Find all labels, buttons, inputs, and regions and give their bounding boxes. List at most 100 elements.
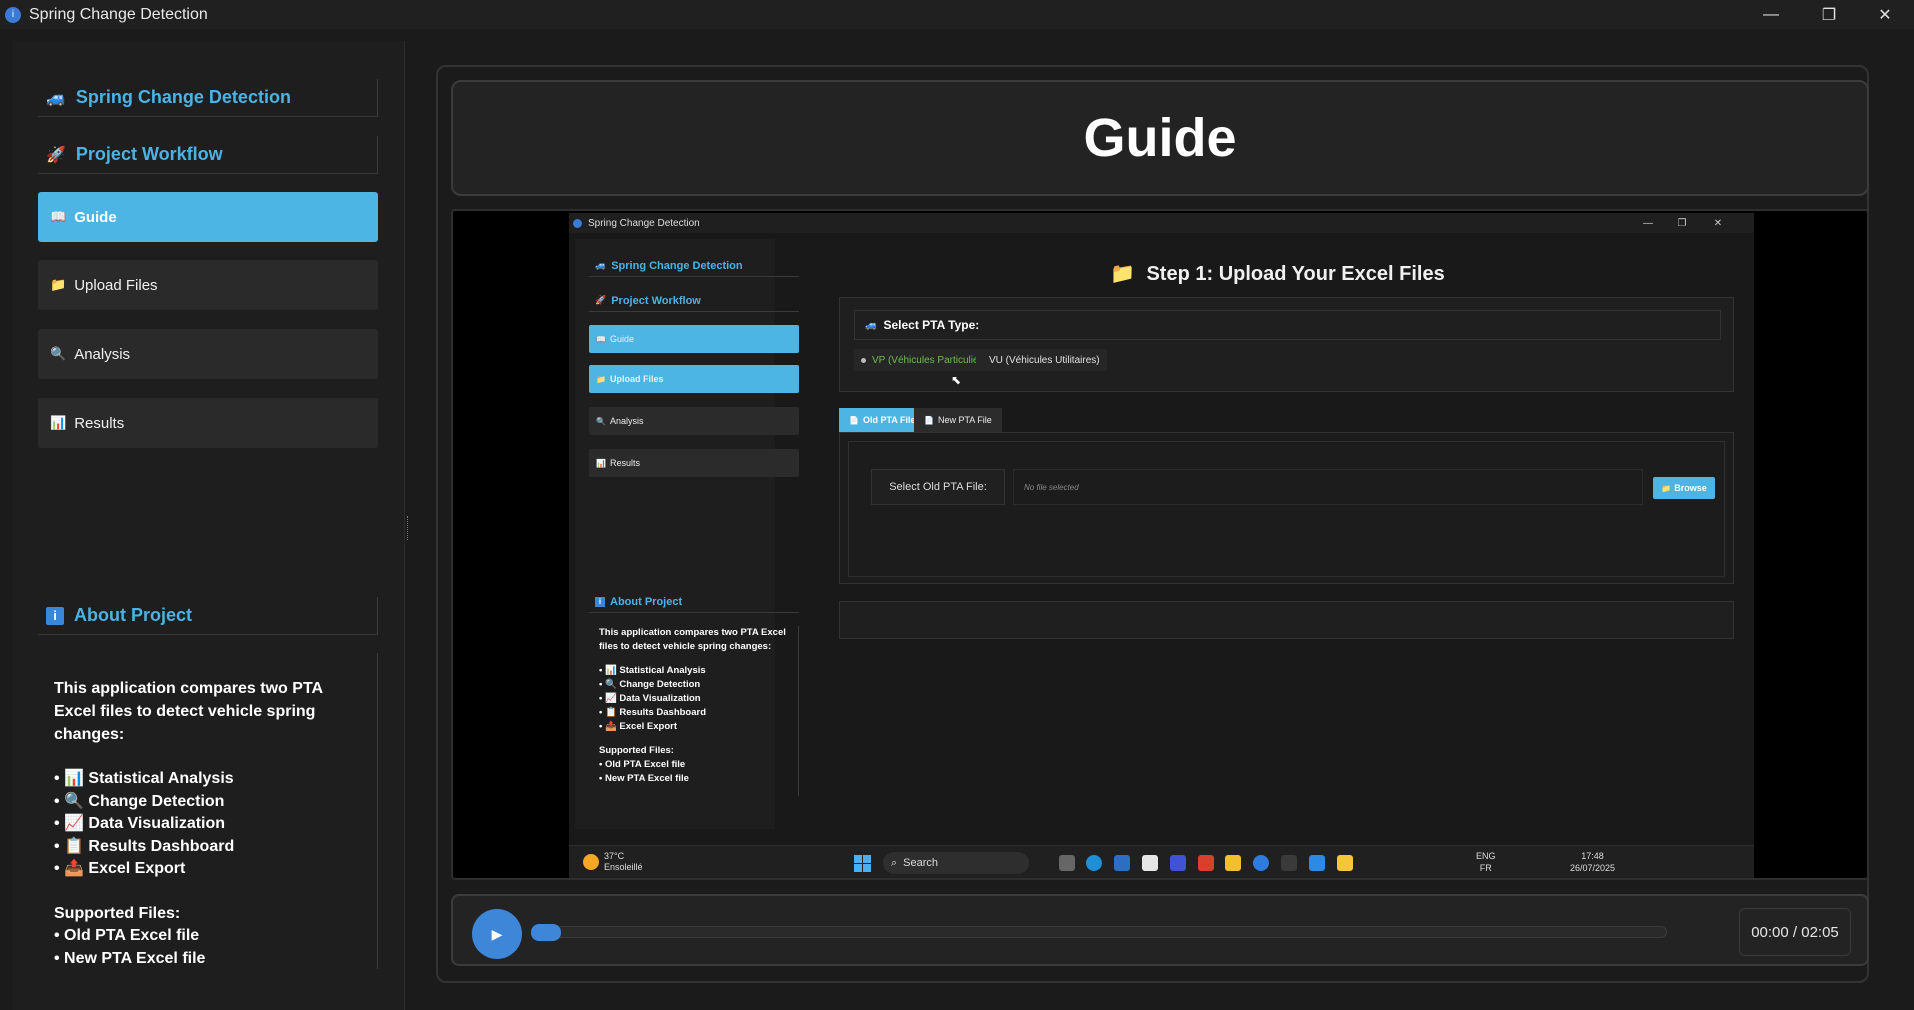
video-feature-item: • 📤 Excel Export (599, 721, 677, 732)
weather-temp: 37°C (604, 851, 625, 861)
book-icon: 📖 (596, 334, 606, 344)
video-app-header: 🚙 Spring Change Detection (589, 255, 799, 277)
play-button[interactable]: ▶ (472, 909, 522, 959)
video-pta-type-label: Select PTA Type: (883, 318, 980, 332)
app-icon (1170, 855, 1186, 871)
progress-slider[interactable] (531, 926, 1667, 938)
video-sidebar-item-guide: 📖 Guide (589, 325, 799, 353)
video-step-title-label: Step 1: Upload Your Excel Files (1146, 263, 1445, 285)
car-icon: 🚙 (595, 260, 607, 270)
magnifier-icon: 🔍 (50, 346, 67, 361)
python-icon (1337, 855, 1353, 871)
app-icon (573, 218, 582, 228)
video-supported-item: • Old PTA Excel file (599, 759, 686, 770)
video-controls: ▶ 00:00 / 02:05 (451, 894, 1869, 966)
video-step-title: 📁 Step 1: Upload Your Excel Files (1110, 261, 1445, 286)
video-sidebar-item-label: Analysis (609, 416, 644, 426)
page-title: Guide (1083, 108, 1237, 168)
about-header-label: About Project (74, 605, 193, 625)
video-feature-item: • 📈 Data Visualization (599, 693, 701, 704)
sidebar-item-label: Guide (74, 208, 117, 226)
info-icon: i (595, 596, 605, 607)
sidebar-item-guide[interactable]: 📖 Guide (38, 192, 378, 242)
bar-chart-icon: 📊 (50, 415, 67, 430)
app-header-label: Spring Change Detection (75, 87, 291, 107)
terminal-icon (1281, 855, 1297, 871)
about-intro: This application compares two PTA Excel … (54, 680, 323, 743)
video-tab-panel-inner: Select Old PTA File: No file selected 📁 … (848, 441, 1725, 577)
workflow-header-label: Project Workflow (75, 144, 223, 164)
about-panel: This application compares two PTA Excel … (38, 653, 378, 969)
feature-item: • 📤 Excel Export (54, 860, 186, 877)
feature-item: • 🔍 Change Detection (54, 792, 225, 810)
maximize-icon: ❐ (1677, 217, 1687, 229)
video-player-screen[interactable]: Spring Change Detection — ❐ ✕ 🚙 Spring C… (451, 209, 1869, 880)
clock-time: 17:48 (1581, 851, 1604, 861)
clock-date: 26/07/2025 (1570, 863, 1616, 873)
app-icon (1253, 855, 1269, 871)
feature-item: • 📋 Results Dashboard (54, 837, 235, 855)
window-titlebar: i Spring Change Detection — ❐ ✕ (0, 0, 1914, 29)
sidebar-item-label: Upload Files (74, 276, 158, 294)
taskbar-search-label: Search (903, 857, 939, 869)
task-view-icon (1059, 855, 1075, 871)
video-about-panel: This application compares two PTA Excel … (589, 626, 799, 796)
sidebar-item-label: Analysis (74, 345, 131, 363)
video-radio-vu-label: VU (Véhicules Utilitaires) (989, 354, 1100, 366)
video-sidebar-item-label: Results (609, 458, 640, 468)
window-title: Spring Change Detection (29, 5, 208, 23)
sidebar-item-upload-files[interactable]: 📁 Upload Files (38, 260, 378, 310)
progress-handle[interactable] (531, 924, 561, 941)
video-feature-item: • 🔍 Change Detection (599, 679, 701, 690)
vscode-icon (1309, 855, 1325, 871)
close-button[interactable]: ✕ (1856, 0, 1914, 29)
sidebar-item-results[interactable]: 📊 Results (38, 398, 378, 448)
folder-icon: 📁 (596, 374, 606, 384)
video-workflow-header: 🚀 Project Workflow (589, 290, 799, 312)
rocket-icon: 🚀 (595, 295, 607, 305)
weather-desc: Ensoleillé (604, 862, 643, 872)
taskbar-language: ENG FR (1476, 850, 1496, 874)
info-icon: i (46, 606, 64, 625)
folder-icon: 📁 (1661, 483, 1672, 493)
video-taskbar: 37°C Ensoleillé ⌕ Search ENG FR 17:48 26… (569, 845, 1754, 878)
document-icon: 📄 (924, 415, 934, 425)
store-icon (1142, 855, 1158, 871)
feature-item: • 📈 Data Visualization (54, 815, 226, 832)
video-select-file-label: Select Old PTA File: (871, 469, 1005, 505)
video-sidebar: 🚙 Spring Change Detection 🚀 Project Work… (575, 239, 799, 829)
video-frame: Spring Change Detection — ❐ ✕ 🚙 Spring C… (569, 213, 1754, 878)
video-file-path-field: No file selected (1013, 469, 1643, 505)
book-icon: 📖 (50, 209, 67, 224)
video-tab-panel: Select Old PTA File: No file selected 📁 … (839, 432, 1734, 584)
rocket-icon: 🚀 (46, 146, 66, 164)
maximize-button[interactable]: ❐ (1800, 0, 1858, 29)
outlook-icon (1114, 855, 1130, 871)
sidebar-splitter-handle[interactable] (407, 516, 410, 540)
feature-list: • 📊 Statistical Analysis • 🔍 Change Dete… (54, 768, 377, 881)
sun-icon (583, 854, 599, 870)
video-workflow-header-label: Project Workflow (611, 294, 701, 307)
video-feature-list: • 📊 Statistical Analysis • 🔍 Change Dete… (599, 664, 798, 734)
search-icon: ⌕ (891, 856, 898, 869)
sidebar-item-analysis[interactable]: 🔍 Analysis (38, 329, 378, 379)
minimize-button[interactable]: — (1742, 0, 1800, 29)
video-about-intro: This application compares two PTA Excel … (599, 627, 786, 652)
feature-item: • 📊 Statistical Analysis (54, 770, 234, 787)
windows-start-icon (854, 855, 871, 872)
edge-icon (1086, 855, 1102, 871)
workflow-header: 🚀 Project Workflow (38, 136, 378, 174)
video-tab-old-label: Old PTA File (862, 415, 916, 425)
video-tab-new-pta: 📄 New PTA File (914, 408, 1002, 432)
taskbar-clock: 17:48 26/07/2025 (1570, 850, 1615, 874)
sidebar-item-label: Results (74, 414, 125, 432)
brave-icon (1198, 855, 1214, 871)
document-icon: 📄 (849, 415, 859, 425)
app-icon: i (5, 6, 21, 23)
car-icon: 🚙 (865, 319, 878, 331)
car-icon: 🚙 (46, 89, 66, 107)
about-header: i About Project (38, 597, 378, 635)
video-window-titlebar: Spring Change Detection — ❐ ✕ (569, 213, 1754, 233)
video-browse-button: 📁 Browse (1653, 477, 1715, 499)
taskbar-search: ⌕ Search (883, 852, 1029, 874)
